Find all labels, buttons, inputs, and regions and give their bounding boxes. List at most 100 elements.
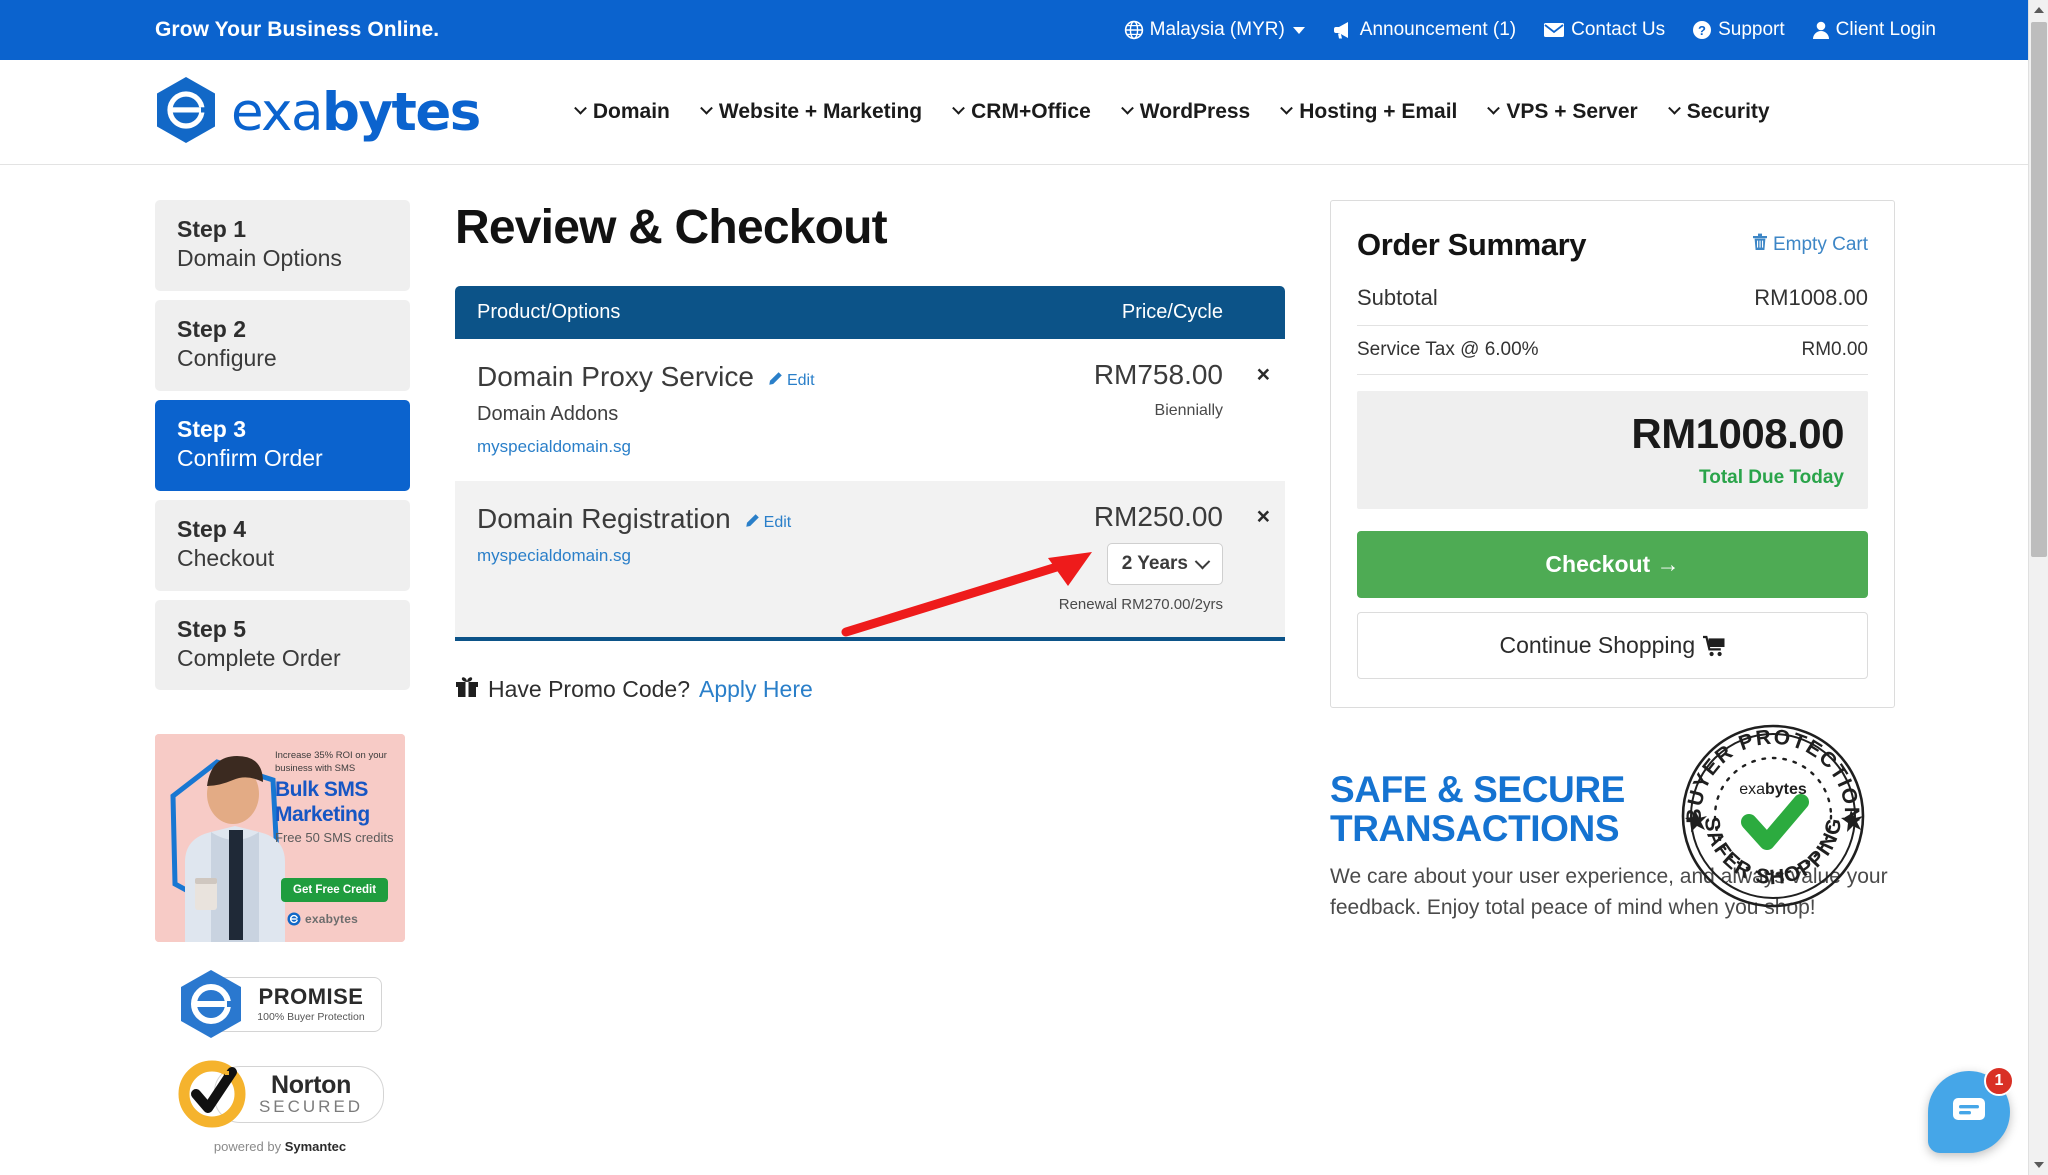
support-link[interactable]: ? Support <box>1692 19 1785 41</box>
ad-subline: Free 50 SMS credits <box>275 829 394 845</box>
checkout-button[interactable]: Checkout → <box>1357 531 1868 598</box>
nav-label: Hosting + Email <box>1299 100 1458 123</box>
product-category: Domain Addons <box>477 403 619 425</box>
sidebar-step-2[interactable]: Step 2 Configure <box>155 299 410 391</box>
contact-us-link[interactable]: Contact Us <box>1543 19 1665 41</box>
right-column: Order Summary Empty Cart Subtotal RM1008… <box>1330 200 1895 1154</box>
edit-label: Edit <box>763 514 792 531</box>
trust-badges: PROMISE 100% Buyer Protection Norton SEC… <box>155 964 405 1154</box>
scrollbar-up-button[interactable] <box>2029 0 2048 20</box>
ad-headline-2: Marketing <box>275 803 370 827</box>
tax-label: Service Tax @ 6.00% <box>1357 339 1539 360</box>
ad-copy: Increase 35% ROI on your business with S… <box>275 750 401 844</box>
step-label: Configure <box>177 345 277 372</box>
exabytes-logo[interactable]: exabytes <box>155 76 481 149</box>
ad-cta-button[interactable]: Get Free Credit <box>281 878 389 903</box>
step-number: Step 1 <box>177 216 247 242</box>
nav-item-vps-server[interactable]: VPS + Server <box>1487 100 1638 124</box>
nav-label: CRM+Office <box>971 100 1091 123</box>
step-number: Step 5 <box>177 615 247 642</box>
step-number: Step 3 <box>177 415 247 442</box>
total-due-label: Total Due Today <box>1699 467 1844 488</box>
main-navigation: Domain Website + Marketing CRM+Office Wo… <box>573 100 1770 124</box>
renewal-price-note: Renewal RM270.00/2yrs <box>1058 596 1223 613</box>
edit-product-link[interactable]: Edit <box>745 513 792 533</box>
epromise-subtitle: 100% Buyer Protection <box>257 1010 365 1023</box>
nav-label: VPS + Server <box>1506 100 1638 123</box>
registration-term-select[interactable]: 2 Years <box>1106 543 1223 585</box>
product-name: Domain Proxy Service <box>477 361 754 392</box>
svg-text:BUYER PROTECTION: BUYER PROTECTION <box>1683 726 1863 824</box>
cart-row-details: Domain Proxy Service Edit Domain Addons … <box>477 361 993 457</box>
nav-item-security[interactable]: Security <box>1667 100 1770 124</box>
apply-promo-link[interactable]: Apply Here <box>699 676 813 703</box>
step-label: Checkout <box>177 545 275 572</box>
chevron-down-icon <box>1280 101 1294 115</box>
powered-by-label: powered by <box>213 1139 285 1155</box>
cart-icon <box>1702 632 1726 658</box>
bulk-sms-ad-banner[interactable]: Increase 35% ROI on your business with S… <box>155 734 405 943</box>
support-label: Support <box>1718 19 1785 40</box>
chevron-down-icon <box>700 101 713 115</box>
column-header-product: Product/Options <box>477 301 621 323</box>
cart-row-pricing: RM758.00 Biennially <box>993 361 1263 457</box>
continue-shopping-button[interactable]: Continue Shopping <box>1357 612 1868 679</box>
sidebar-step-1[interactable]: Step 1 Domain Options <box>155 200 410 291</box>
announcement-link[interactable]: Announcement (1) <box>1332 19 1516 41</box>
order-summary-header: Order Summary Empty Cart <box>1357 227 1868 263</box>
empty-cart-link[interactable]: Empty Cart <box>1752 233 1868 257</box>
nav-item-wordpress[interactable]: WordPress <box>1120 100 1250 124</box>
ad-headline-1: Bulk SMS <box>275 777 368 801</box>
chat-widget-button[interactable]: 1 <box>1928 1066 2014 1153</box>
scrollbar-thumb[interactable] <box>2031 22 2047 557</box>
summary-line-subtotal: Subtotal RM1008.00 <box>1357 263 1868 325</box>
chevron-down-icon <box>1120 101 1134 115</box>
envelope-icon <box>1543 21 1565 39</box>
norton-powered-by: powered by Symantec <box>155 1139 405 1154</box>
main-column: Review & Checkout Product/Options Price/… <box>455 200 1285 1154</box>
product-domain: myspecialdomain.sg <box>477 546 632 565</box>
edit-product-link[interactable]: Edit <box>768 371 815 391</box>
promo-code-row: Have Promo Code? Apply Here <box>455 675 1285 703</box>
epromise-title: PROMISE <box>258 983 364 1009</box>
sidebar-step-4[interactable]: Step 4 Checkout <box>155 499 410 591</box>
step-label: Confirm Order <box>177 445 323 472</box>
client-login-label: Client Login <box>1835 19 1936 40</box>
norton-checkmark-icon <box>178 1060 246 1128</box>
cart-row-details: Domain Registration Edit myspecialdomain… <box>477 503 993 613</box>
ad-brand: exabytes <box>287 912 358 926</box>
page-scroll-container: Grow Your Business Online. Malaysia (MYR… <box>0 0 2028 1175</box>
registration-term-value: 2 Years <box>1121 553 1188 574</box>
safe-secure-section: BUYER PROTECTION SAFER SHOPPING exabytes… <box>1330 724 1895 923</box>
norton-title: Norton <box>270 1070 352 1099</box>
chevron-down-icon <box>573 101 587 115</box>
sidebar-step-5[interactable]: Step 5 Complete Order <box>155 599 410 691</box>
nav-item-website-marketing[interactable]: Website + Marketing <box>700 100 922 124</box>
page-scrollbar[interactable] <box>2028 0 2048 1175</box>
page-content: Step 1 Domain Options Step 2 Configure S… <box>0 165 2028 1154</box>
nav-item-hosting-email[interactable]: Hosting + Email <box>1280 100 1458 124</box>
nav-item-crm-office[interactable]: CRM+Office <box>952 100 1091 124</box>
sidebar-step-3[interactable]: Step 3 Confirm Order <box>155 399 410 491</box>
contact-us-label: Contact Us <box>1571 19 1666 40</box>
exabytes-mark-icon <box>287 912 301 926</box>
gift-icon <box>455 675 479 703</box>
client-login-link[interactable]: Client Login <box>1812 19 1936 41</box>
order-summary-card: Order Summary Empty Cart Subtotal RM1008… <box>1330 200 1895 708</box>
remove-item-button[interactable]: × <box>1257 505 1270 528</box>
norton-secured-badge: Norton SECURED <box>155 1058 405 1130</box>
billing-cycle: Biennially <box>1154 402 1223 419</box>
svg-text:?: ? <box>1698 23 1706 38</box>
step-number: Step 4 <box>177 515 247 542</box>
currency-selector[interactable]: Malaysia (MYR) <box>1124 19 1305 41</box>
site-header: exabytes Domain Website + Marketing CRM+… <box>0 60 2028 165</box>
pencil-icon <box>745 513 760 533</box>
currency-label: Malaysia (MYR) <box>1149 19 1285 40</box>
topbar-tagline: Grow Your Business Online. <box>155 18 440 41</box>
scrollbar-down-button[interactable] <box>2029 1155 2048 1175</box>
remove-item-button[interactable]: × <box>1257 363 1270 386</box>
epromise-badge: PROMISE 100% Buyer Protection <box>155 964 405 1044</box>
nav-label: Security <box>1686 100 1770 123</box>
nav-item-domain[interactable]: Domain <box>573 100 670 124</box>
product-name: Domain Registration <box>477 503 731 534</box>
